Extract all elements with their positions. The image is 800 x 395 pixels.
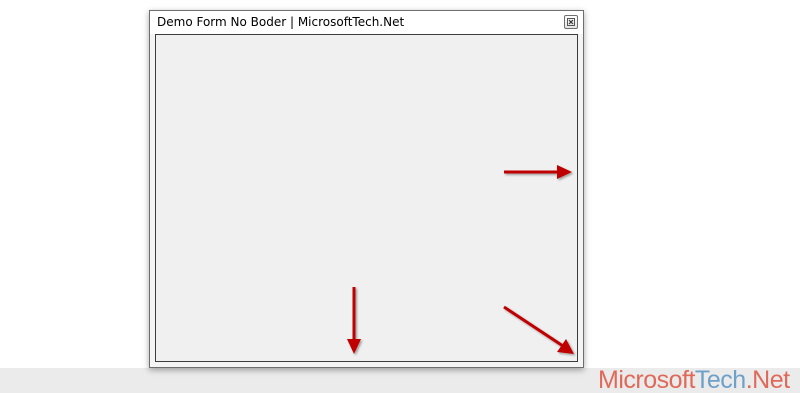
logo-tech: Tech bbox=[694, 366, 746, 394]
logo-microsoft: Microsoft bbox=[598, 366, 695, 394]
arrow-right-edge bbox=[504, 165, 572, 179]
arrow-bottom-edge bbox=[347, 287, 361, 354]
watermark-logo: MicrosoftTech.Net bbox=[598, 365, 790, 395]
logo-net: .Net bbox=[745, 366, 790, 394]
arrow-bottom-right-corner bbox=[503, 305, 574, 354]
annotation-arrows bbox=[347, 165, 574, 354]
